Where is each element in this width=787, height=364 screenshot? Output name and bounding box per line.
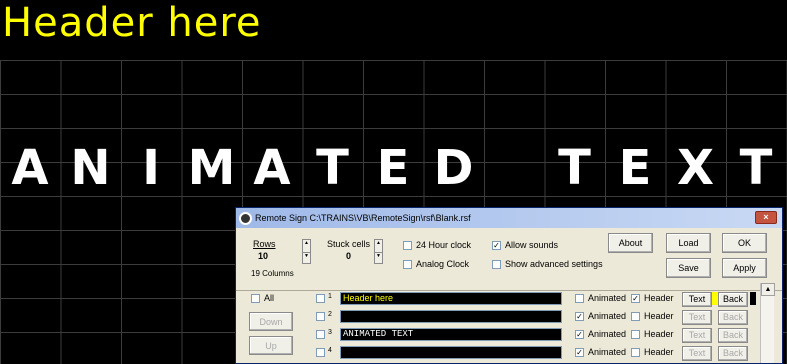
- stuck-cells-label: Stuck cells: [327, 239, 371, 249]
- header-checkbox[interactable]: ✓: [631, 294, 640, 303]
- row-text-input[interactable]: [340, 310, 562, 323]
- animated-checkbox[interactable]: [575, 294, 584, 303]
- apply-button[interactable]: Apply: [722, 258, 767, 278]
- back-color-button[interactable]: Back: [718, 328, 748, 343]
- row-number: 2: [328, 311, 332, 318]
- select-all-label: All: [264, 293, 275, 303]
- text-color-button[interactable]: Text: [682, 292, 712, 307]
- sign-letter: X: [676, 140, 714, 196]
- separator: [236, 290, 782, 291]
- advanced-settings-checkbox[interactable]: [492, 260, 501, 269]
- animated-checkbox[interactable]: ✓: [575, 312, 584, 321]
- header-checkbox[interactable]: [631, 330, 640, 339]
- row-number: 1: [328, 293, 332, 300]
- text-color-button[interactable]: Text: [682, 346, 712, 361]
- rows-label: Rows: [253, 239, 276, 249]
- sign-header-text: Header here: [2, 0, 262, 46]
- advanced-settings-label: Show advanced settings: [505, 259, 603, 269]
- analog-clock-label: Analog Clock: [416, 259, 470, 269]
- hour24-label: 24 Hour clock: [416, 240, 472, 250]
- stuck-cells-value[interactable]: 0: [346, 251, 351, 261]
- window-title: Remote Sign C:\TRAINS\VB\RemoteSign\rsf\…: [255, 213, 471, 223]
- row-text-input[interactable]: Header here: [340, 292, 562, 305]
- sign-letter: E: [618, 140, 652, 196]
- close-button[interactable]: ×: [755, 211, 777, 224]
- load-button[interactable]: Load: [666, 233, 711, 253]
- sign-letter: T: [558, 140, 591, 196]
- header-label: Header: [644, 311, 674, 321]
- row-select-checkbox[interactable]: [316, 312, 325, 321]
- sign-letter: A: [253, 140, 291, 196]
- animated-label: Animated: [588, 347, 627, 357]
- move-down-button[interactable]: Down: [249, 312, 293, 331]
- text-color-swatch: [712, 292, 718, 305]
- stuck-spinner-down[interactable]: ▼: [374, 252, 383, 264]
- sign-letter: D: [433, 140, 474, 196]
- analog-clock-checkbox[interactable]: [403, 260, 412, 269]
- title-bar: Remote Sign C:\TRAINS\VB\RemoteSign\rsf\…: [236, 208, 782, 228]
- app-icon: [239, 211, 252, 225]
- row-text-input[interactable]: ANIMATED TEXT: [340, 328, 562, 341]
- animated-label: Animated: [588, 293, 627, 303]
- ok-button[interactable]: OK: [722, 233, 767, 253]
- remote-sign-dialog: Remote Sign C:\TRAINS\VB\RemoteSign\rsf\…: [235, 207, 783, 364]
- text-color-button[interactable]: Text: [682, 310, 712, 325]
- back-color-swatch: [750, 292, 756, 305]
- animated-label: Animated: [588, 311, 627, 321]
- back-color-button[interactable]: Back: [718, 346, 748, 361]
- sign-letter: A: [11, 140, 49, 196]
- header-checkbox[interactable]: [631, 312, 640, 321]
- sign-letter: E: [376, 140, 410, 196]
- about-button[interactable]: About: [608, 233, 653, 253]
- row-select-checkbox[interactable]: [316, 348, 325, 357]
- row-select-checkbox[interactable]: [316, 330, 325, 339]
- move-up-button[interactable]: Up: [249, 336, 293, 355]
- text-color-button[interactable]: Text: [682, 328, 712, 343]
- select-all-checkbox[interactable]: [251, 294, 260, 303]
- sign-letter: T: [739, 140, 773, 196]
- sign-letter: I: [142, 140, 160, 196]
- row-number: 3: [328, 329, 332, 336]
- save-button[interactable]: Save: [666, 258, 711, 278]
- row-select-checkbox[interactable]: [316, 294, 325, 303]
- allow-sounds-label: Allow sounds: [505, 240, 559, 250]
- animated-checkbox[interactable]: ✓: [575, 348, 584, 357]
- back-color-button[interactable]: Back: [718, 310, 748, 325]
- scroll-up-icon[interactable]: ▲: [761, 283, 775, 296]
- header-label: Header: [644, 347, 674, 357]
- animated-label: Animated: [588, 329, 627, 339]
- hour24-checkbox[interactable]: [403, 241, 412, 250]
- rows-value[interactable]: 10: [258, 251, 268, 261]
- header-label: Header: [644, 329, 674, 339]
- sign-letter: N: [70, 140, 111, 196]
- vertical-scrollbar[interactable]: ▲: [760, 283, 775, 363]
- header-label: Header: [644, 293, 674, 303]
- row-number: 4: [328, 347, 332, 354]
- header-checkbox[interactable]: [631, 348, 640, 357]
- columns-count: 19 Columns: [251, 269, 294, 278]
- back-color-button[interactable]: Back: [718, 292, 748, 307]
- sign-letter: M: [187, 140, 236, 196]
- sign-letter: [484, 134, 544, 202]
- allow-sounds-checkbox[interactable]: ✓: [492, 241, 501, 250]
- rows-spinner-down[interactable]: ▼: [302, 252, 311, 264]
- row-text-input[interactable]: [340, 346, 562, 359]
- sign-letter: T: [316, 140, 349, 196]
- animated-checkbox[interactable]: ✓: [575, 330, 584, 339]
